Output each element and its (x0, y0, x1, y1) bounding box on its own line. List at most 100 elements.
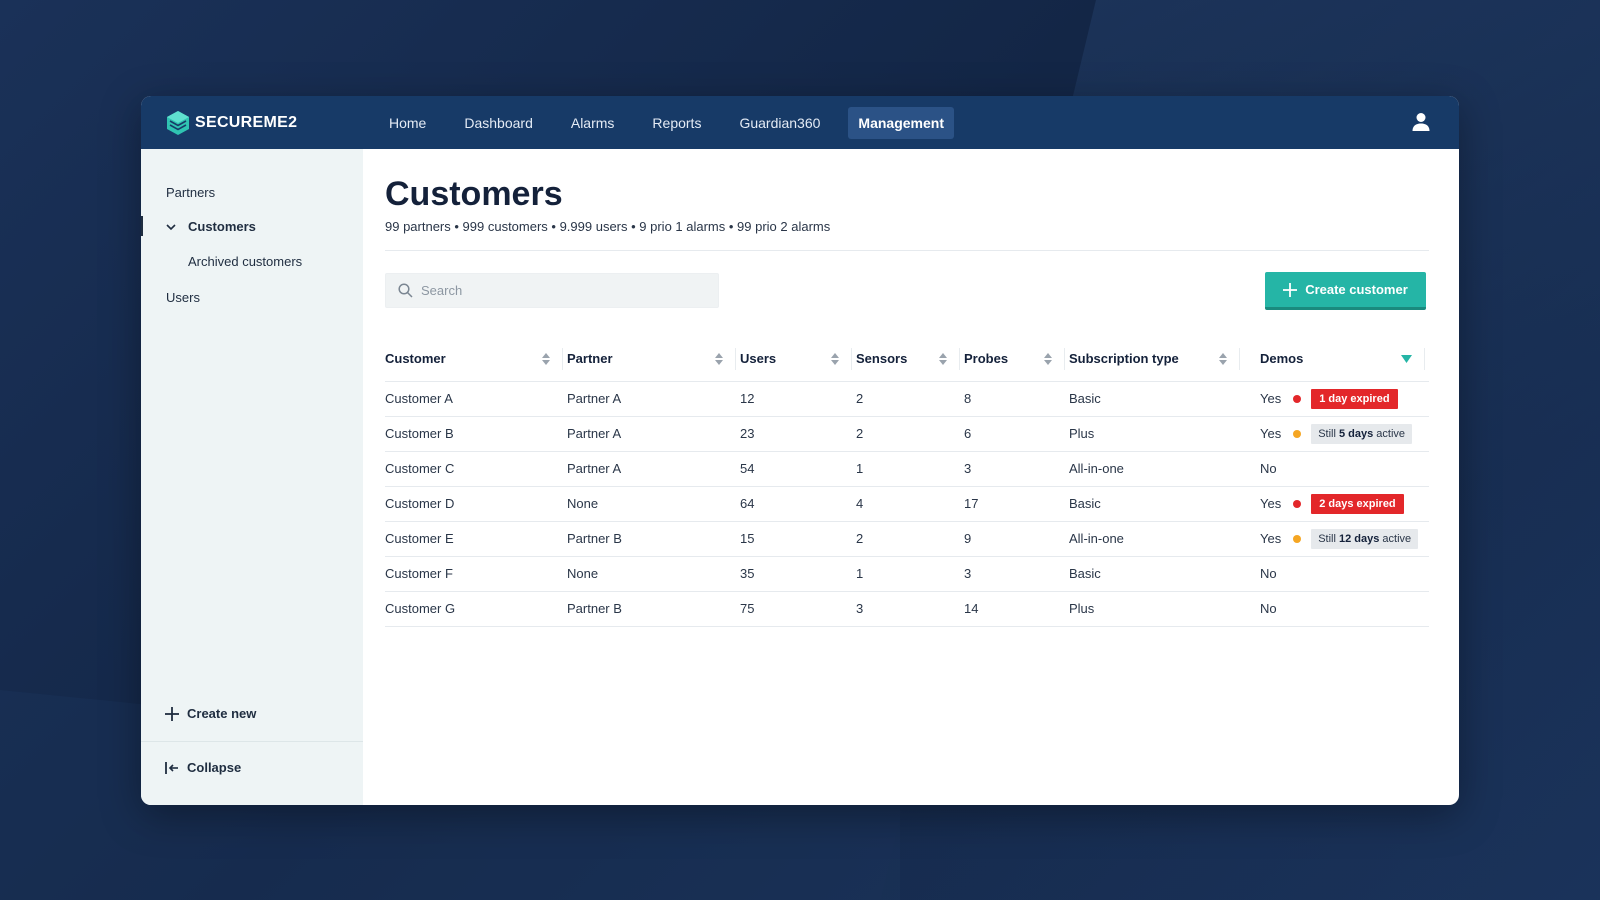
cell-users: 64 (740, 486, 856, 522)
badge-emphasis: 1 day expired (1319, 392, 1390, 405)
cell-sensors: 1 (856, 556, 964, 592)
demo-value: No (1260, 461, 1277, 476)
customers-table: Customer Partner Users Sensors Probes Su… (385, 337, 1429, 627)
cell-customer: Customer E (385, 521, 567, 557)
cell-subscription: All-in-one (1069, 451, 1244, 487)
cell-sensors: 2 (856, 381, 964, 417)
demo-status: Yes 2 days expired (1244, 493, 1429, 514)
table-row[interactable]: Customer G Partner B 75 3 14 Plus No (385, 591, 1429, 627)
user-icon[interactable] (1409, 110, 1433, 134)
create-new-button[interactable]: Create new (165, 706, 256, 721)
demo-status: Yes Still 12 days active (1244, 528, 1429, 549)
brand-logo[interactable]: SECUREME2 (165, 110, 365, 136)
logo-cube-icon (167, 110, 189, 135)
demo-value: Yes (1260, 496, 1282, 511)
cell-partner: Partner A (567, 451, 740, 487)
cell-partner: Partner A (567, 416, 740, 452)
column-header-probes[interactable]: Probes (964, 337, 1069, 382)
cell-users: 35 (740, 556, 856, 592)
chevron-down-icon[interactable] (165, 221, 177, 233)
search-box[interactable] (385, 273, 719, 308)
cell-partner: None (567, 556, 740, 592)
column-label: Subscription type (1069, 351, 1179, 367)
divider (385, 250, 1429, 251)
cell-subscription: Plus (1069, 591, 1244, 627)
column-label: Users (740, 351, 777, 367)
nav-reports[interactable]: Reports (642, 107, 711, 139)
create-customer-button[interactable]: Create customer (1265, 272, 1426, 310)
sidebar-item-users[interactable]: Users (166, 290, 200, 305)
sidebar-divider (141, 741, 363, 742)
page-title: Customers (385, 175, 563, 213)
column-header-partner[interactable]: Partner (567, 337, 740, 382)
sort-icon (831, 352, 839, 365)
status-dot (1293, 429, 1302, 438)
cell-users: 75 (740, 591, 856, 627)
table-row[interactable]: Customer A Partner A 12 2 8 Basic Yes 1 day exp… (385, 381, 1429, 417)
search-input[interactable] (421, 283, 711, 298)
column-label: Customer (385, 351, 446, 367)
demo-status: Yes 1 day expired (1244, 388, 1429, 409)
collapse-left-icon (165, 761, 178, 774)
status-dot (1293, 499, 1302, 508)
cell-partner: None (567, 486, 740, 522)
cell-probes: 17 (964, 486, 1069, 522)
demo-status: No (1244, 601, 1429, 616)
sidebar-item-partners[interactable]: Partners (166, 185, 215, 200)
sort-icon (715, 352, 723, 365)
demo-value: Yes (1260, 426, 1282, 441)
nav-home[interactable]: Home (379, 107, 436, 139)
collapse-button[interactable]: Collapse (165, 760, 241, 775)
badge-emphasis: 12 days (1339, 532, 1380, 545)
nav-dashboard[interactable]: Dashboard (454, 107, 543, 139)
sidebar-item-customers[interactable]: Customers (188, 219, 256, 234)
cell-probes: 3 (964, 556, 1069, 592)
nav-alarms[interactable]: Alarms (561, 107, 625, 139)
status-dot (1293, 394, 1302, 403)
cell-sensors: 2 (856, 521, 964, 557)
badge-prefix: Still (1318, 427, 1339, 440)
table-row[interactable]: Customer B Partner A 23 2 6 Plus Yes Still 5 da… (385, 416, 1429, 452)
sidebar-item-archived-customers[interactable]: Archived customers (188, 254, 302, 269)
cell-customer: Customer A (385, 381, 567, 417)
collapse-label: Collapse (187, 760, 242, 775)
badge-suffix: active (1379, 532, 1412, 545)
table-header-row: Customer Partner Users Sensors Probes Su… (385, 337, 1429, 382)
status-badge: Still 12 days active (1311, 528, 1419, 549)
demo-value: Yes (1260, 391, 1282, 406)
status-badge: 1 day expired (1311, 388, 1398, 409)
demo-status: No (1244, 566, 1429, 581)
badge-prefix: Still (1318, 532, 1339, 545)
cell-probes: 6 (964, 416, 1069, 452)
badge-suffix: active (1373, 427, 1406, 440)
demo-status: Yes Still 5 days active (1244, 423, 1429, 444)
cell-demos: No (1244, 556, 1429, 592)
demo-value: Yes (1260, 531, 1282, 546)
column-label: Partner (567, 351, 613, 367)
column-header-customer[interactable]: Customer (385, 337, 567, 382)
column-label: Sensors (856, 351, 908, 367)
cell-demos: Yes 2 days expired (1244, 486, 1429, 522)
cell-customer: Customer G (385, 591, 567, 627)
table-row[interactable]: Customer E Partner B 15 2 9 All-in-one Yes Stil… (385, 521, 1429, 557)
cell-subscription: Basic (1069, 486, 1244, 522)
cell-users: 23 (740, 416, 856, 452)
cell-probes: 14 (964, 591, 1069, 627)
search-icon (398, 283, 413, 298)
table-row[interactable]: Customer D None 64 4 17 Basic Yes 2 days expire… (385, 486, 1429, 522)
column-header-demos[interactable]: Demos (1244, 337, 1429, 382)
cell-subscription: All-in-one (1069, 521, 1244, 557)
top-navigation-bar: SECUREME2 Home Dashboard Alarms Reports … (141, 96, 1459, 149)
column-header-subscription-type[interactable]: Subscription type (1069, 337, 1244, 382)
column-header-users[interactable]: Users (740, 337, 856, 382)
demo-value: No (1260, 601, 1277, 616)
cell-subscription: Basic (1069, 556, 1244, 592)
table-row[interactable]: Customer C Partner A 54 1 3 All-in-one No (385, 451, 1429, 487)
column-header-sensors[interactable]: Sensors (856, 337, 964, 382)
nav-guardian360[interactable]: Guardian360 (729, 107, 830, 139)
status-badge: Still 5 days active (1311, 423, 1413, 444)
nav-management[interactable]: Management (848, 106, 954, 139)
table-row[interactable]: Customer F None 35 1 3 Basic No (385, 556, 1429, 592)
status-dot (1293, 534, 1302, 543)
sidebar: Partners Customers Archived customers Us… (141, 149, 363, 805)
